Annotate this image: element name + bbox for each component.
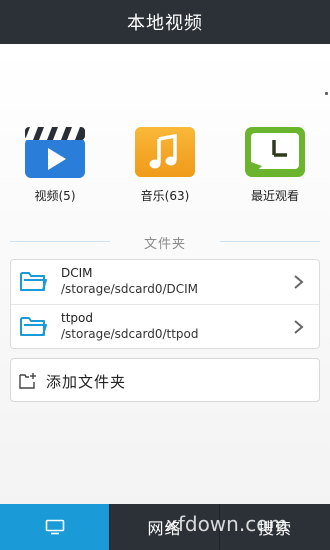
chevron-right-icon — [294, 320, 304, 334]
folder-icon — [20, 272, 47, 291]
tile-recent-label: 最近观看 — [250, 189, 299, 203]
tile-videos-label: 视频(5) — [34, 189, 76, 203]
tile-music-label: 音乐(63) — [140, 189, 190, 203]
divider-right — [220, 241, 320, 242]
add-folder-button[interactable]: 添加文件夹 — [10, 358, 320, 402]
add-folder-icon — [19, 373, 36, 389]
monitor-icon — [45, 519, 64, 535]
add-folder-label: 添加文件夹 — [46, 373, 127, 391]
music-note-icon — [134, 126, 196, 178]
tile-music[interactable]: 音乐(63) — [120, 126, 210, 210]
tab-network[interactable]: 网络 — [110, 504, 219, 550]
chevron-right-icon — [294, 275, 304, 289]
category-tiles: 视频(5) 音乐(63) 最近观看 — [0, 126, 330, 210]
folder-name: DCIM — [61, 266, 93, 280]
folder-name: ttpod — [61, 311, 93, 325]
folder-item-ttpod[interactable]: ttpod /storage/sdcard0/ttpod — [11, 304, 319, 348]
title-bar: 本地视频 — [0, 0, 330, 44]
divider-left — [10, 241, 110, 242]
tab-local[interactable] — [0, 504, 109, 550]
tab-search[interactable]: 搜索 — [220, 504, 330, 550]
tab-network-label: 网络 — [147, 519, 182, 538]
folder-path: /storage/sdcard0/DCIM — [61, 282, 199, 296]
folder-item-dcim[interactable]: DCIM /storage/sdcard0/DCIM — [11, 260, 319, 304]
bottom-tab-bar: 网络 搜索 — [0, 504, 330, 550]
tile-videos[interactable]: 视频(5) — [10, 126, 100, 210]
folder-icon — [20, 317, 47, 336]
folders-section-header: 文件夹 — [0, 232, 330, 252]
tab-search-label: 搜索 — [257, 519, 292, 538]
clock-icon — [244, 126, 306, 178]
clapperboard-play-icon — [24, 126, 86, 178]
scroll-indicator — [325, 92, 328, 95]
folder-path: /storage/sdcard0/ttpod — [61, 327, 199, 341]
page-title: 本地视频 — [127, 13, 203, 34]
tile-recent[interactable]: 最近观看 — [230, 126, 320, 210]
section-title: 文件夹 — [143, 236, 186, 252]
folder-list: DCIM /storage/sdcard0/DCIM ttpod /storag… — [10, 259, 320, 349]
